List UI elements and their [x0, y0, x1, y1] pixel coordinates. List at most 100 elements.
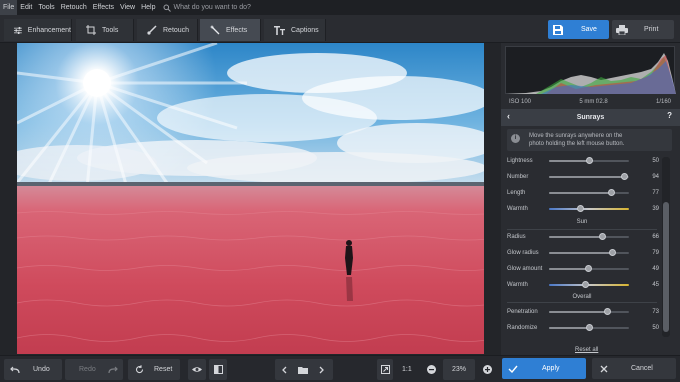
brush-icon [147, 25, 157, 35]
tab-enhancement[interactable]: Enhancement [4, 19, 72, 41]
zoom-out-button[interactable] [425, 359, 437, 380]
help-icon[interactable]: ? [667, 111, 672, 120]
apply-button[interactable]: Apply [502, 358, 586, 379]
zoom-1to1-button[interactable]: 1:1 [402, 359, 416, 380]
slider-knob[interactable] [577, 205, 585, 212]
slider-label: Warmth [507, 206, 528, 212]
slider-value: 49 [652, 266, 659, 272]
fit-screen-button[interactable] [377, 359, 393, 380]
photo-image[interactable] [17, 43, 484, 354]
slider-track[interactable] [549, 281, 629, 288]
slider-row: Length 77 [507, 187, 667, 199]
slider-knob[interactable] [598, 233, 606, 240]
slider-row: Warmth 39 [507, 203, 667, 215]
section-divider [507, 229, 657, 230]
slider-track[interactable] [549, 308, 629, 315]
menu-help[interactable]: Help [138, 0, 158, 15]
slider-label: Radius [507, 234, 526, 240]
photo-canvas[interactable] [0, 43, 501, 355]
slider-fill [549, 160, 589, 162]
section-sun: Sun [576, 219, 588, 225]
undo-button[interactable]: Undo [4, 359, 62, 380]
chevron-right-icon[interactable] [319, 366, 325, 374]
slider-row: Warmth 45 [507, 279, 667, 291]
menu-view[interactable]: View [117, 0, 138, 15]
slider-row: Lightness 50 [507, 155, 667, 167]
menu-edit[interactable]: Edit [17, 0, 35, 15]
hint-line: Move the sunrays anywhere on the [529, 133, 623, 139]
reset-label: Reset [154, 366, 173, 373]
slider-value: 66 [652, 234, 659, 240]
slider-value: 50 [652, 158, 659, 164]
save-button[interactable]: Save [548, 20, 609, 39]
slider-label: Randomize [507, 325, 538, 331]
exif-shutter: 1/160 [655, 99, 671, 105]
back-arrow-icon[interactable]: ‹ [507, 111, 510, 121]
slider-knob[interactable] [604, 308, 612, 315]
cancel-button[interactable]: Cancel [592, 358, 676, 379]
slider-track[interactable] [549, 189, 629, 196]
menu-search[interactable]: What do you want to do? [163, 4, 251, 12]
slider-knob[interactable] [609, 249, 617, 256]
slider-row: Radius 66 [507, 231, 667, 243]
slider-fill [549, 176, 625, 178]
sliders-icon [14, 26, 22, 34]
tab-label: Effects [226, 26, 248, 34]
slider-label: Number [507, 174, 529, 180]
slider-knob[interactable] [585, 265, 593, 272]
tab-tools[interactable]: Tools [76, 19, 134, 41]
slider-fill [549, 327, 589, 329]
slider-value: 45 [652, 282, 659, 288]
exif-info: ISO 100 5 mm f/2.8 1/160 [505, 96, 675, 108]
tab-retouch[interactable]: Retouch [137, 19, 198, 41]
slider-track[interactable] [549, 173, 629, 180]
search-placeholder: What do you want to do? [173, 4, 251, 11]
slider-track[interactable] [549, 233, 629, 240]
save-icon [553, 24, 563, 35]
tab-effects[interactable]: Effects [200, 19, 261, 41]
slider-knob[interactable] [607, 189, 615, 196]
slider-knob[interactable] [621, 173, 629, 180]
minus-circle-icon [426, 365, 436, 374]
save-label: Save [581, 26, 597, 33]
slider-fill [549, 192, 611, 194]
file-navigation [275, 359, 333, 380]
slider-label: Lightness [507, 158, 533, 164]
panel-scrollbar[interactable] [662, 157, 670, 337]
reset-button[interactable]: Reset [128, 359, 180, 380]
slider-track[interactable] [549, 157, 629, 164]
slider-knob[interactable] [586, 157, 593, 164]
slider-track[interactable] [549, 249, 629, 256]
reset-all-link[interactable]: Reset all [575, 347, 598, 353]
slider-knob[interactable] [586, 324, 593, 331]
print-button[interactable]: Print [612, 20, 674, 39]
preview-toggle-button[interactable] [188, 359, 206, 380]
slider-knob[interactable] [582, 281, 589, 288]
compare-button[interactable] [209, 359, 227, 380]
undo-icon [10, 366, 20, 373]
zoom-level[interactable]: 23% [443, 359, 475, 380]
slider-row: Glow amount 49 [507, 263, 667, 275]
menu-retouch[interactable]: Retouch [58, 0, 90, 15]
menu-file[interactable]: File [0, 0, 18, 15]
redo-button[interactable]: Redo [65, 359, 123, 380]
hint-text: Move the sunrays anywhere on the photo h… [529, 132, 624, 148]
text-icon [274, 25, 285, 35]
slider-track[interactable] [549, 205, 629, 212]
histogram [505, 46, 676, 94]
slider-value: 73 [652, 309, 659, 315]
exif-iso: ISO 100 [509, 99, 532, 105]
hint-box: i Move the sunrays anywhere on the photo… [507, 129, 672, 151]
menu-tools[interactable]: Tools [35, 0, 57, 15]
menu-effects[interactable]: Effects [90, 0, 117, 15]
panel-title: Sunrays [576, 114, 605, 121]
folder-icon[interactable] [298, 366, 308, 374]
slider-fill [549, 268, 589, 270]
scrollbar-thumb[interactable] [663, 202, 669, 332]
tab-captions[interactable]: Captions [264, 19, 326, 41]
slider-track[interactable] [549, 324, 629, 331]
chevron-left-icon[interactable] [281, 366, 287, 374]
zoom-in-button[interactable] [481, 359, 493, 380]
slider-label: Glow amount [507, 266, 543, 272]
slider-track[interactable] [549, 265, 629, 272]
